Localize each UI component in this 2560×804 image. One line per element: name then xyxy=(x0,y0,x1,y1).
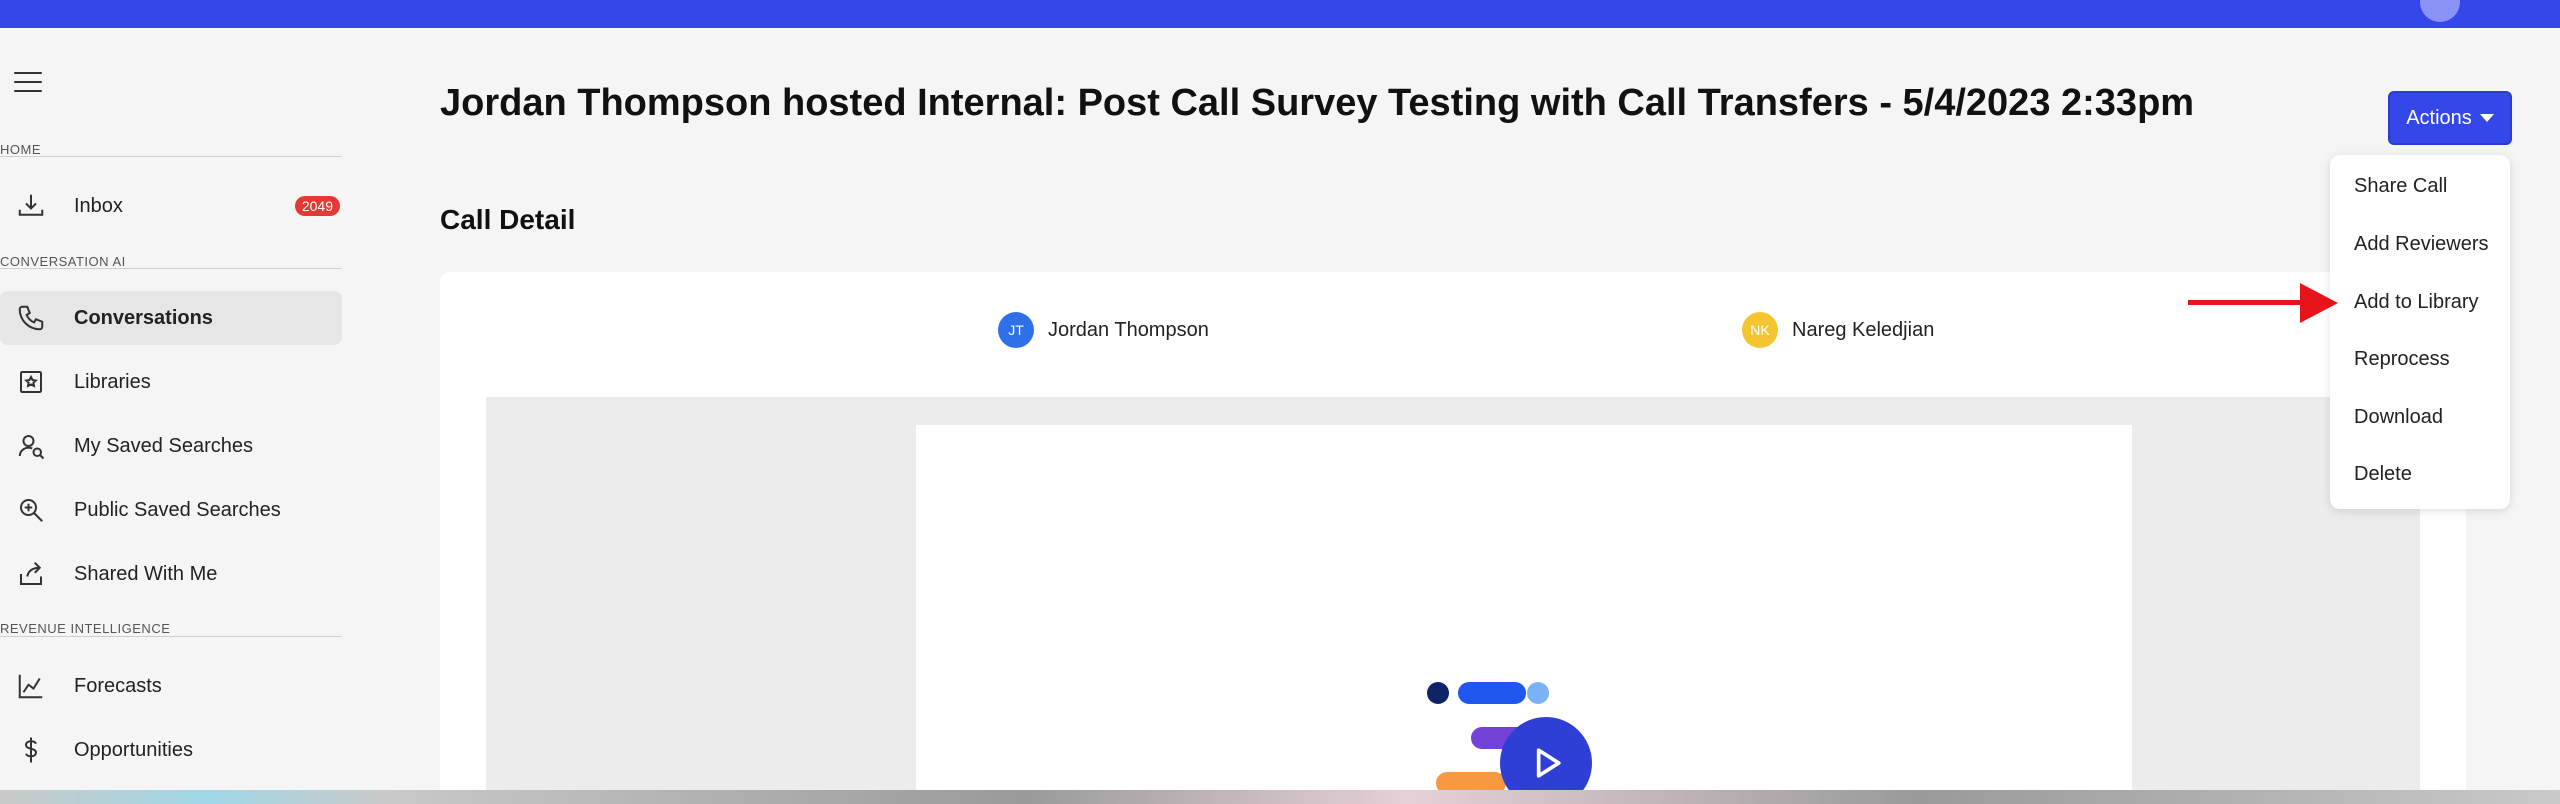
top-navigation-bar xyxy=(0,0,2560,28)
sidebar-item-label: My Saved Searches xyxy=(74,434,253,457)
actions-button[interactable]: Actions xyxy=(2388,91,2512,145)
avatar: NK xyxy=(1742,312,1778,348)
page-title: Jordan Thompson hosted Internal: Post Ca… xyxy=(440,82,2195,124)
menu-item-delete[interactable]: Delete xyxy=(2354,463,2412,486)
participant-name: Nareg Keledjian xyxy=(1792,318,1935,341)
dollar-icon xyxy=(16,735,46,765)
sidebar-item-my-saved-searches[interactable]: My Saved Searches xyxy=(0,419,342,473)
chart-line-icon xyxy=(16,671,46,701)
sidebar-item-label: Conversations xyxy=(74,306,213,329)
divider xyxy=(0,268,342,269)
inbox-count-badge: 2049 xyxy=(294,196,340,216)
sidebar-item-label: Libraries xyxy=(74,370,151,393)
sidebar-item-label: Public Saved Searches xyxy=(74,498,281,521)
share-icon xyxy=(16,559,46,589)
divider xyxy=(0,636,342,637)
actions-button-label: Actions xyxy=(2406,106,2472,129)
hamburger-icon[interactable] xyxy=(14,72,42,94)
play-icon xyxy=(1536,748,1561,778)
actions-menu: Share Call Add Reviewers Add to Library … xyxy=(2330,155,2510,509)
menu-item-add-reviewers[interactable]: Add Reviewers xyxy=(2354,233,2489,256)
menu-item-download[interactable]: Download xyxy=(2354,406,2443,429)
caret-down-icon xyxy=(2479,114,2494,122)
avatar: JT xyxy=(998,312,1034,348)
menu-item-add-to-library[interactable]: Add to Library xyxy=(2354,291,2479,314)
sidebar-item-libraries[interactable]: Libraries xyxy=(0,355,342,409)
person-search-icon xyxy=(16,431,46,461)
bottom-edge-strip xyxy=(0,790,2560,804)
participant: NK Nareg Keledjian xyxy=(1742,312,1934,348)
section-title: Call Detail xyxy=(440,204,576,235)
call-detail-card: JT Jordan Thompson NK Nareg Keledjian xyxy=(440,272,2466,804)
zoom-in-icon xyxy=(16,495,46,525)
phone-icon xyxy=(16,303,46,333)
menu-item-share-call[interactable]: Share Call xyxy=(2354,175,2447,198)
sidebar-item-forecasts[interactable]: Forecasts xyxy=(0,659,342,713)
section-label-conversation-ai: CONVERSATION AI xyxy=(0,254,126,269)
menu-item-reprocess[interactable]: Reprocess xyxy=(2354,348,2450,371)
video-player xyxy=(486,397,2420,804)
participant-name: Jordan Thompson xyxy=(1048,318,1209,341)
sidebar-item-label: Inbox xyxy=(74,194,123,217)
divider xyxy=(0,156,342,157)
sidebar-item-conversations[interactable]: Conversations xyxy=(0,291,342,345)
sidebar-item-label: Opportunities xyxy=(74,738,193,761)
user-avatar[interactable] xyxy=(2420,0,2460,22)
annotation-arrow xyxy=(2188,300,2308,305)
library-icon xyxy=(16,367,46,397)
sidebar-item-label: Forecasts xyxy=(74,674,162,697)
video-frame xyxy=(916,425,2132,804)
participant: JT Jordan Thompson xyxy=(998,312,1209,348)
annotation-arrow-head xyxy=(2300,283,2338,323)
section-label-revenue-intelligence: REVENUE INTELLIGENCE xyxy=(0,621,171,636)
sidebar-item-shared-with-me[interactable]: Shared With Me xyxy=(0,547,342,601)
sidebar-item-inbox[interactable]: Inbox 2049 xyxy=(0,179,342,233)
sidebar-item-public-saved-searches[interactable]: Public Saved Searches xyxy=(0,483,342,537)
sidebar-item-label: Shared With Me xyxy=(74,562,218,585)
sidebar-item-opportunities[interactable]: Opportunities xyxy=(0,723,342,777)
section-label-home: HOME xyxy=(0,142,41,157)
inbox-icon xyxy=(16,191,46,221)
